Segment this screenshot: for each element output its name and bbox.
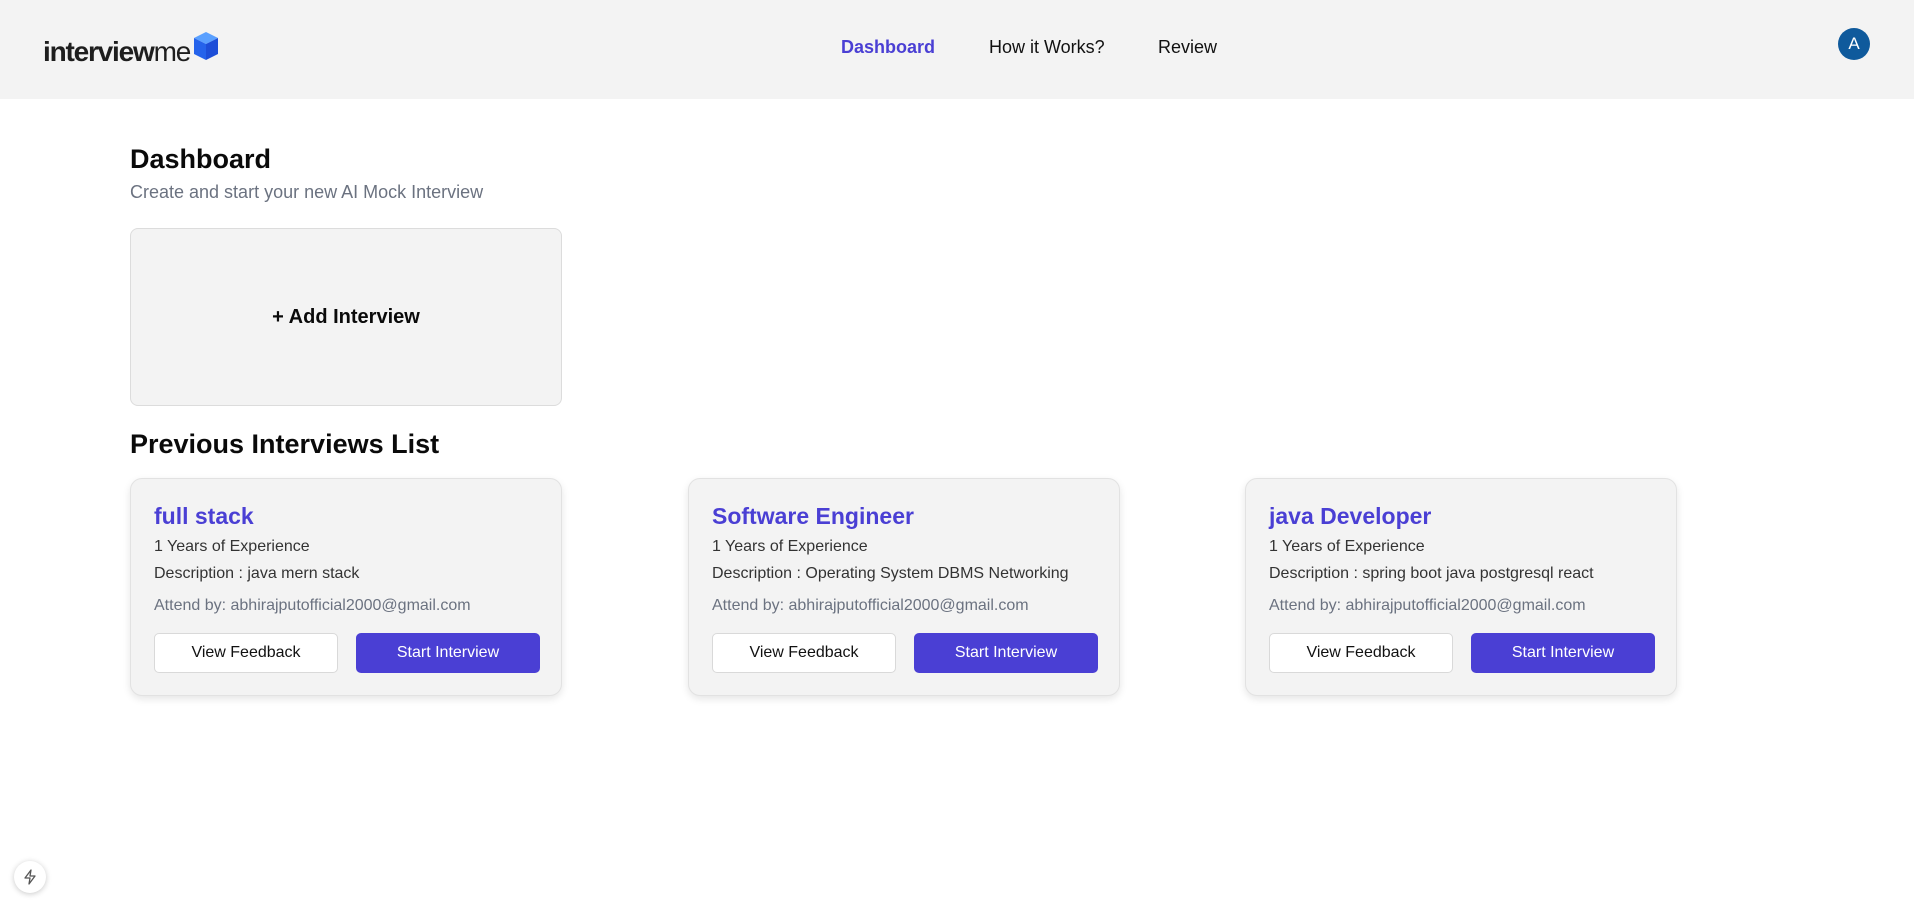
interview-attendee: Attend by: abhirajputofficial2000@gmail.… (712, 597, 1029, 614)
interview-card: java Developer 1 Years of Experience Des… (1245, 478, 1677, 696)
top-header: interviewme Dashboard How it Works? Revi… (0, 0, 1914, 99)
page-title: Dashboard (130, 144, 272, 174)
interview-description: Description : java mern stack (154, 565, 360, 582)
page-subtitle: Create and start your new AI Mock Interv… (130, 182, 484, 202)
add-interview-card[interactable]: + Add Interview (130, 228, 562, 406)
devtools-button[interactable] (14, 861, 46, 893)
view-feedback-button[interactable]: View Feedback (712, 633, 896, 673)
lightning-icon (24, 869, 36, 885)
interview-role: java Developer (1269, 503, 1432, 529)
interview-description: Description : Operating System DBMS Netw… (712, 565, 1069, 582)
start-interview-button[interactable]: Start Interview (356, 633, 540, 673)
nav-dashboard[interactable]: Dashboard (841, 36, 935, 58)
add-interview-label: + Add Interview (272, 305, 420, 328)
interview-attendee: Attend by: abhirajputofficial2000@gmail.… (154, 597, 471, 614)
user-avatar[interactable]: A (1838, 28, 1870, 60)
interview-card: Software Engineer 1 Years of Experience … (688, 478, 1120, 696)
main-nav: Dashboard How it Works? Review (0, 36, 1914, 58)
interview-attendee: Attend by: abhirajputofficial2000@gmail.… (1269, 597, 1586, 614)
interview-role: Software Engineer (712, 503, 914, 529)
view-feedback-button[interactable]: View Feedback (154, 633, 338, 673)
interview-experience: 1 Years of Experience (1269, 538, 1425, 555)
interview-description: Description : spring boot java postgresq… (1269, 565, 1594, 582)
start-interview-button[interactable]: Start Interview (914, 633, 1098, 673)
interview-experience: 1 Years of Experience (154, 538, 310, 555)
interview-experience: 1 Years of Experience (712, 538, 868, 555)
previous-interviews-title: Previous Interviews List (130, 429, 440, 459)
nav-how-it-works[interactable]: How it Works? (989, 36, 1105, 58)
view-feedback-button[interactable]: View Feedback (1269, 633, 1453, 673)
start-interview-button[interactable]: Start Interview (1471, 633, 1655, 673)
interview-card: full stack 1 Years of Experience Descrip… (130, 478, 562, 696)
interview-role: full stack (154, 503, 254, 529)
nav-review[interactable]: Review (1158, 36, 1217, 58)
